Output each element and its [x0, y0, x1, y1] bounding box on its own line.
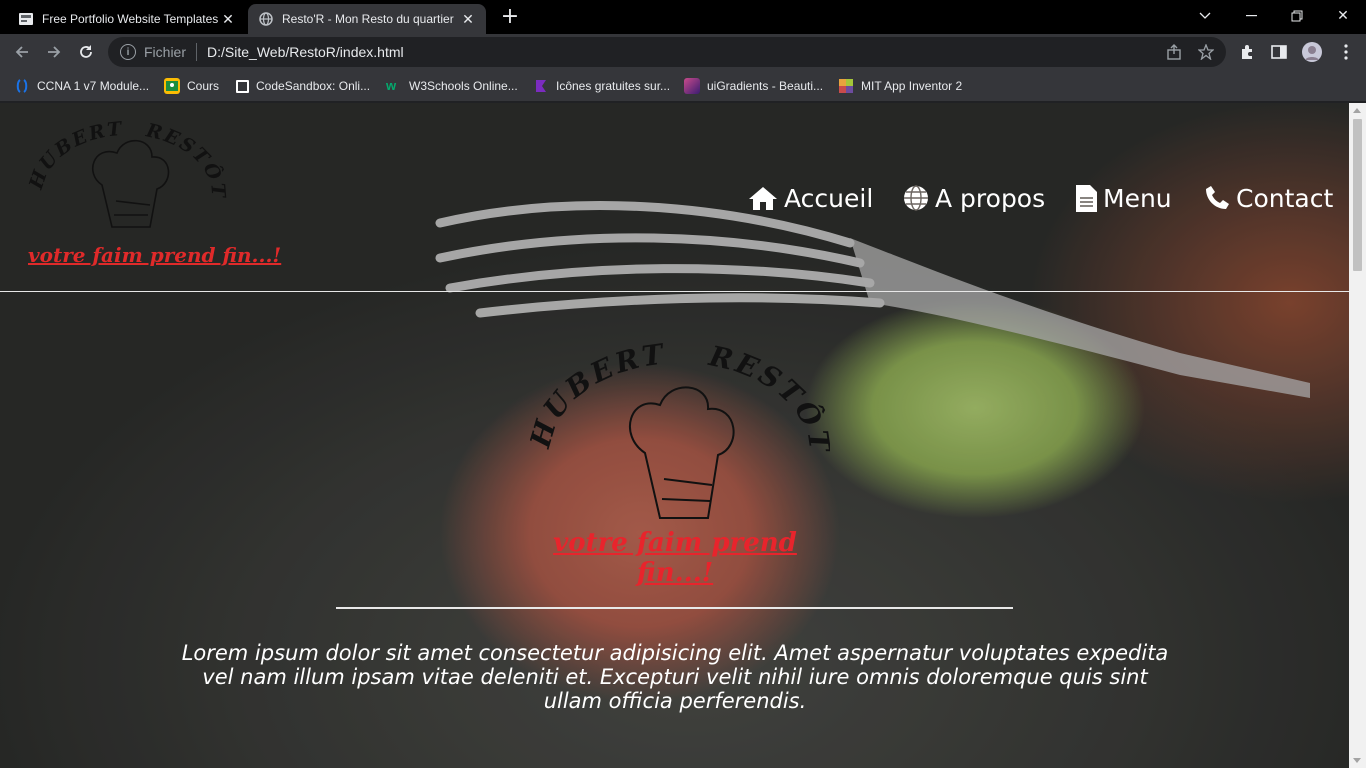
side-panel-icon[interactable]: [1265, 38, 1293, 66]
profile-avatar[interactable]: [1298, 38, 1326, 66]
tab-strip: Free Portfolio Website Templates ✕ Resto…: [0, 0, 1366, 34]
info-icon[interactable]: i: [120, 44, 136, 60]
minimize-button[interactable]: [1228, 0, 1274, 32]
nav-apropos[interactable]: A propos: [903, 181, 1045, 215]
menu-kebab-icon[interactable]: [1332, 38, 1360, 66]
url-text[interactable]: D:/Site_Web/RestoR/index.html: [207, 44, 404, 60]
tab-portfolio[interactable]: Free Portfolio Website Templates ✕: [8, 4, 246, 34]
nav-label: Contact: [1236, 183, 1334, 213]
scheme-label: Fichier: [144, 44, 187, 60]
web-page: HUBERT RESTÔT votre faim prend fin...! A…: [0, 103, 1349, 768]
globe-icon: [903, 185, 929, 211]
nav-label: Accueil: [784, 183, 874, 213]
chef-hat-icon: [629, 386, 735, 519]
chef-hat-icon: [91, 139, 170, 228]
bookmark-w3schools[interactable]: w W3Schools Online...: [386, 76, 518, 96]
hero-text: Lorem ipsum dolor sit amet consectetur a…: [181, 641, 1169, 713]
nav-label: A propos: [935, 183, 1046, 213]
svg-text:HUBERT: HUBERT: [25, 118, 124, 193]
scroll-up-arrow[interactable]: [1353, 108, 1361, 113]
hero-logo-line2: RESTÔT: [705, 343, 830, 457]
tab-search-icon[interactable]: [1182, 0, 1228, 32]
header-divider: [0, 291, 1349, 292]
nav-contact[interactable]: Contact: [1204, 181, 1333, 215]
globe-icon: [258, 11, 274, 27]
tab-title: Free Portfolio Website Templates: [42, 12, 219, 26]
bookmark-icones[interactable]: Icônes gratuites sur...: [533, 76, 670, 96]
svg-text:RESTÔT: RESTÔT: [143, 119, 229, 200]
reload-button[interactable]: [72, 38, 100, 66]
document-icon: [18, 11, 34, 27]
hero-logo-line1: HUBERT: [530, 343, 665, 452]
close-window-button[interactable]: ✕: [1320, 0, 1366, 32]
w3schools-icon: w: [386, 78, 397, 93]
browser-toolbar: i Fichier D:/Site_Web/RestoR/index.html: [0, 34, 1366, 70]
phone-icon: [1204, 185, 1230, 211]
extensions-icon[interactable]: [1233, 38, 1261, 66]
scroll-down-arrow[interactable]: [1353, 758, 1361, 763]
address-bar[interactable]: i Fichier D:/Site_Web/RestoR/index.html: [108, 37, 1226, 67]
forward-button[interactable]: [40, 38, 68, 66]
hero-tagline: votre faim prend fin...!: [553, 528, 797, 588]
appinventor-icon: [838, 78, 854, 94]
share-icon[interactable]: [1166, 44, 1182, 65]
home-icon: [748, 185, 778, 211]
bookmark-ccna[interactable]: CCNA 1 v7 Module...: [14, 76, 149, 96]
scrollbar-thumb[interactable]: [1353, 119, 1362, 271]
bookmark-cours[interactable]: Cours: [164, 76, 219, 96]
bookmark-label: CodeSandbox: Onli...: [256, 79, 371, 93]
bookmark-appinventor[interactable]: MIT App Inventor 2: [838, 76, 962, 96]
close-tab-icon[interactable]: ✕: [220, 11, 236, 27]
uigradients-icon: [684, 78, 700, 94]
bookmark-codesandbox[interactable]: CodeSandbox: Onli...: [236, 76, 370, 96]
svg-text:RESTÔT: RESTÔT: [705, 343, 830, 457]
hero-divider: [336, 607, 1013, 609]
file-icon: [1076, 184, 1097, 212]
bookmark-label: uiGradients - Beauti...: [707, 79, 824, 93]
bookmark-star-icon[interactable]: [1197, 43, 1215, 65]
logo-tagline: votre faim prend fin...!: [28, 243, 282, 267]
logo-line2: RESTÔT: [143, 119, 227, 200]
bookmark-label: MIT App Inventor 2: [861, 79, 963, 93]
bookmark-label: Cours: [187, 79, 220, 93]
svg-text:HUBERT: HUBERT: [530, 343, 668, 452]
bookmark-label: CCNA 1 v7 Module...: [37, 79, 150, 93]
codesandbox-icon: [236, 79, 249, 93]
bookmark-label: W3Schools Online...: [409, 79, 518, 93]
divider: [196, 43, 198, 61]
bookmarks-bar: CCNA 1 v7 Module... Cours CodeSandbox: O…: [0, 70, 1366, 102]
nav-label: Menu: [1103, 183, 1172, 213]
new-tab-button[interactable]: +: [498, 6, 522, 30]
nav-accueil[interactable]: Accueil: [748, 181, 873, 215]
classroom-icon: [164, 78, 180, 94]
close-tab-icon[interactable]: ✕: [460, 11, 476, 27]
bookmark-uigradients[interactable]: uiGradients - Beauti...: [684, 76, 823, 96]
tab-title: Resto'R - Mon Resto du quartier: [282, 12, 454, 26]
bookmark-label: Icônes gratuites sur...: [556, 79, 671, 93]
nav-menu[interactable]: Menu: [1076, 181, 1172, 215]
cisco-icon: [14, 78, 30, 94]
page-scrollbar[interactable]: [1349, 103, 1366, 768]
back-button[interactable]: [8, 38, 36, 66]
restore-button[interactable]: [1274, 0, 1320, 32]
logo-line1: HUBERT: [25, 118, 122, 193]
flaticon-icon: [533, 78, 549, 94]
tab-restor[interactable]: Resto'R - Mon Resto du quartier ✕: [248, 4, 486, 34]
